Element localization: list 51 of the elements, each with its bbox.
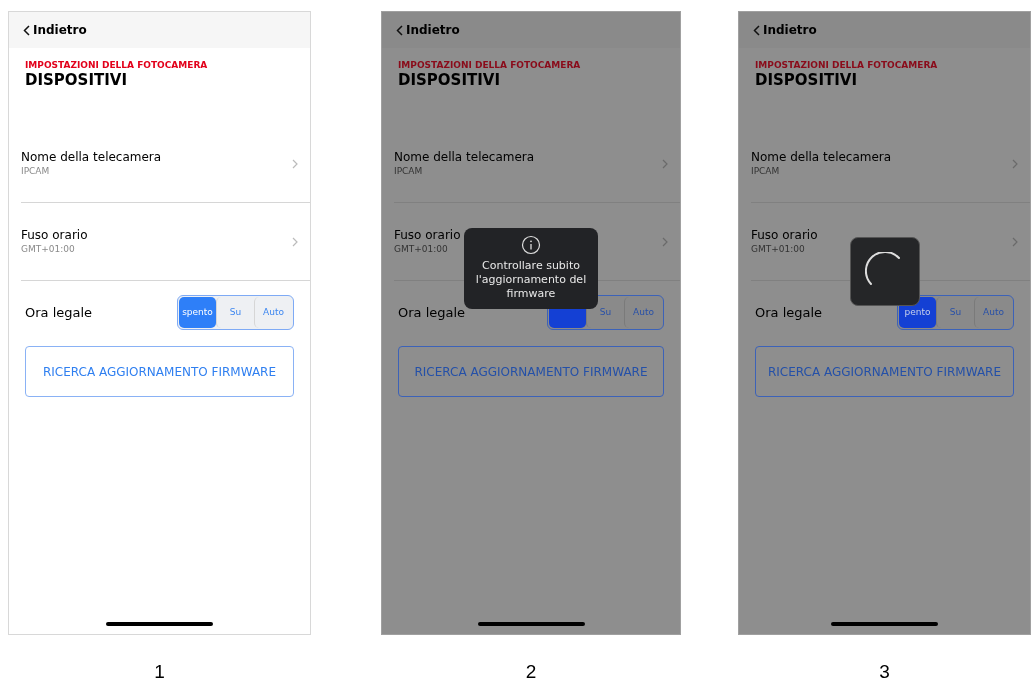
firmware-update-button[interactable]: RICERCA AGGIORNAMENTO FIRMWARE bbox=[25, 346, 294, 397]
row-label: Nome della telecamera bbox=[394, 149, 535, 165]
row-value: IPCAM bbox=[21, 164, 50, 178]
section-label: IMPOSTAZIONI DELLA FOTOCAMERA bbox=[398, 60, 582, 71]
chevron-right-icon bbox=[292, 158, 298, 169]
section-label: IMPOSTAZIONI DELLA FOTOCAMERA bbox=[755, 60, 939, 71]
section-label: IMPOSTAZIONI DELLA FOTOCAMERA bbox=[25, 60, 209, 71]
segment-option[interactable]: spento bbox=[179, 297, 216, 328]
chevron-right-icon bbox=[662, 158, 668, 169]
chevron-left-icon bbox=[396, 24, 403, 36]
settings-row[interactable]: Nome della telecamera IPCAM bbox=[751, 125, 1030, 203]
segment-option[interactable]: Auto bbox=[974, 297, 1012, 328]
row-value: GMT+01:00 bbox=[394, 242, 448, 256]
screen-caption: 3 bbox=[879, 660, 890, 679]
row-label: Fuso orario bbox=[751, 227, 818, 243]
screen-caption: 2 bbox=[525, 660, 537, 679]
firmware-update-button[interactable]: RICERCA AGGIORNAMENTO FIRMWARE bbox=[398, 346, 664, 397]
chevron-left-icon bbox=[753, 24, 760, 36]
firmware-update-button[interactable]: RICERCA AGGIORNAMENTO FIRMWARE bbox=[755, 346, 1014, 397]
back-button[interactable]: Indietro bbox=[23, 21, 87, 39]
row-label: Nome della telecamera bbox=[751, 149, 892, 165]
setting-label: Ora legale bbox=[398, 303, 466, 322]
segment-option[interactable]: Su bbox=[216, 297, 254, 328]
chevron-right-icon bbox=[1012, 236, 1018, 247]
row-label: Nome della telecamera bbox=[21, 149, 162, 165]
settings-row[interactable]: Nome della telecamera IPCAM bbox=[21, 125, 310, 203]
chevron-right-icon bbox=[292, 236, 298, 247]
settings-row[interactable]: Fuso orario GMT+01:00 bbox=[21, 203, 310, 281]
row-value: GMT+01:00 bbox=[751, 242, 805, 256]
page-title: DISPOSITIVI bbox=[398, 71, 501, 89]
back-button[interactable]: Indietro bbox=[753, 21, 817, 39]
segment-option[interactable]: Su bbox=[936, 297, 974, 328]
back-button[interactable]: Indietro bbox=[396, 21, 460, 39]
row-label: Fuso orario bbox=[21, 227, 88, 243]
info-icon bbox=[521, 235, 541, 255]
chevron-right-icon bbox=[1012, 158, 1018, 169]
chevron-left-icon bbox=[23, 24, 30, 36]
screen-caption: 1 bbox=[154, 660, 165, 679]
settings-row[interactable]: Nome della telecamera IPCAM bbox=[394, 125, 680, 203]
page-title: DISPOSITIVI bbox=[25, 71, 128, 89]
row-value: IPCAM bbox=[751, 164, 780, 178]
row-label: Fuso orario bbox=[394, 227, 461, 243]
page-title: DISPOSITIVI bbox=[755, 71, 858, 89]
row-value: IPCAM bbox=[394, 164, 423, 178]
chevron-right-icon bbox=[662, 236, 668, 247]
row-value: GMT+01:00 bbox=[21, 242, 75, 256]
setting-label: Ora legale bbox=[25, 303, 93, 322]
setting-label: Ora legale bbox=[755, 303, 823, 322]
segment-option[interactable]: Auto bbox=[254, 297, 292, 328]
toast-message: Controllare subito l'aggiornamento del firmware bbox=[474, 259, 588, 301]
segment-option[interactable]: Auto bbox=[624, 297, 662, 328]
